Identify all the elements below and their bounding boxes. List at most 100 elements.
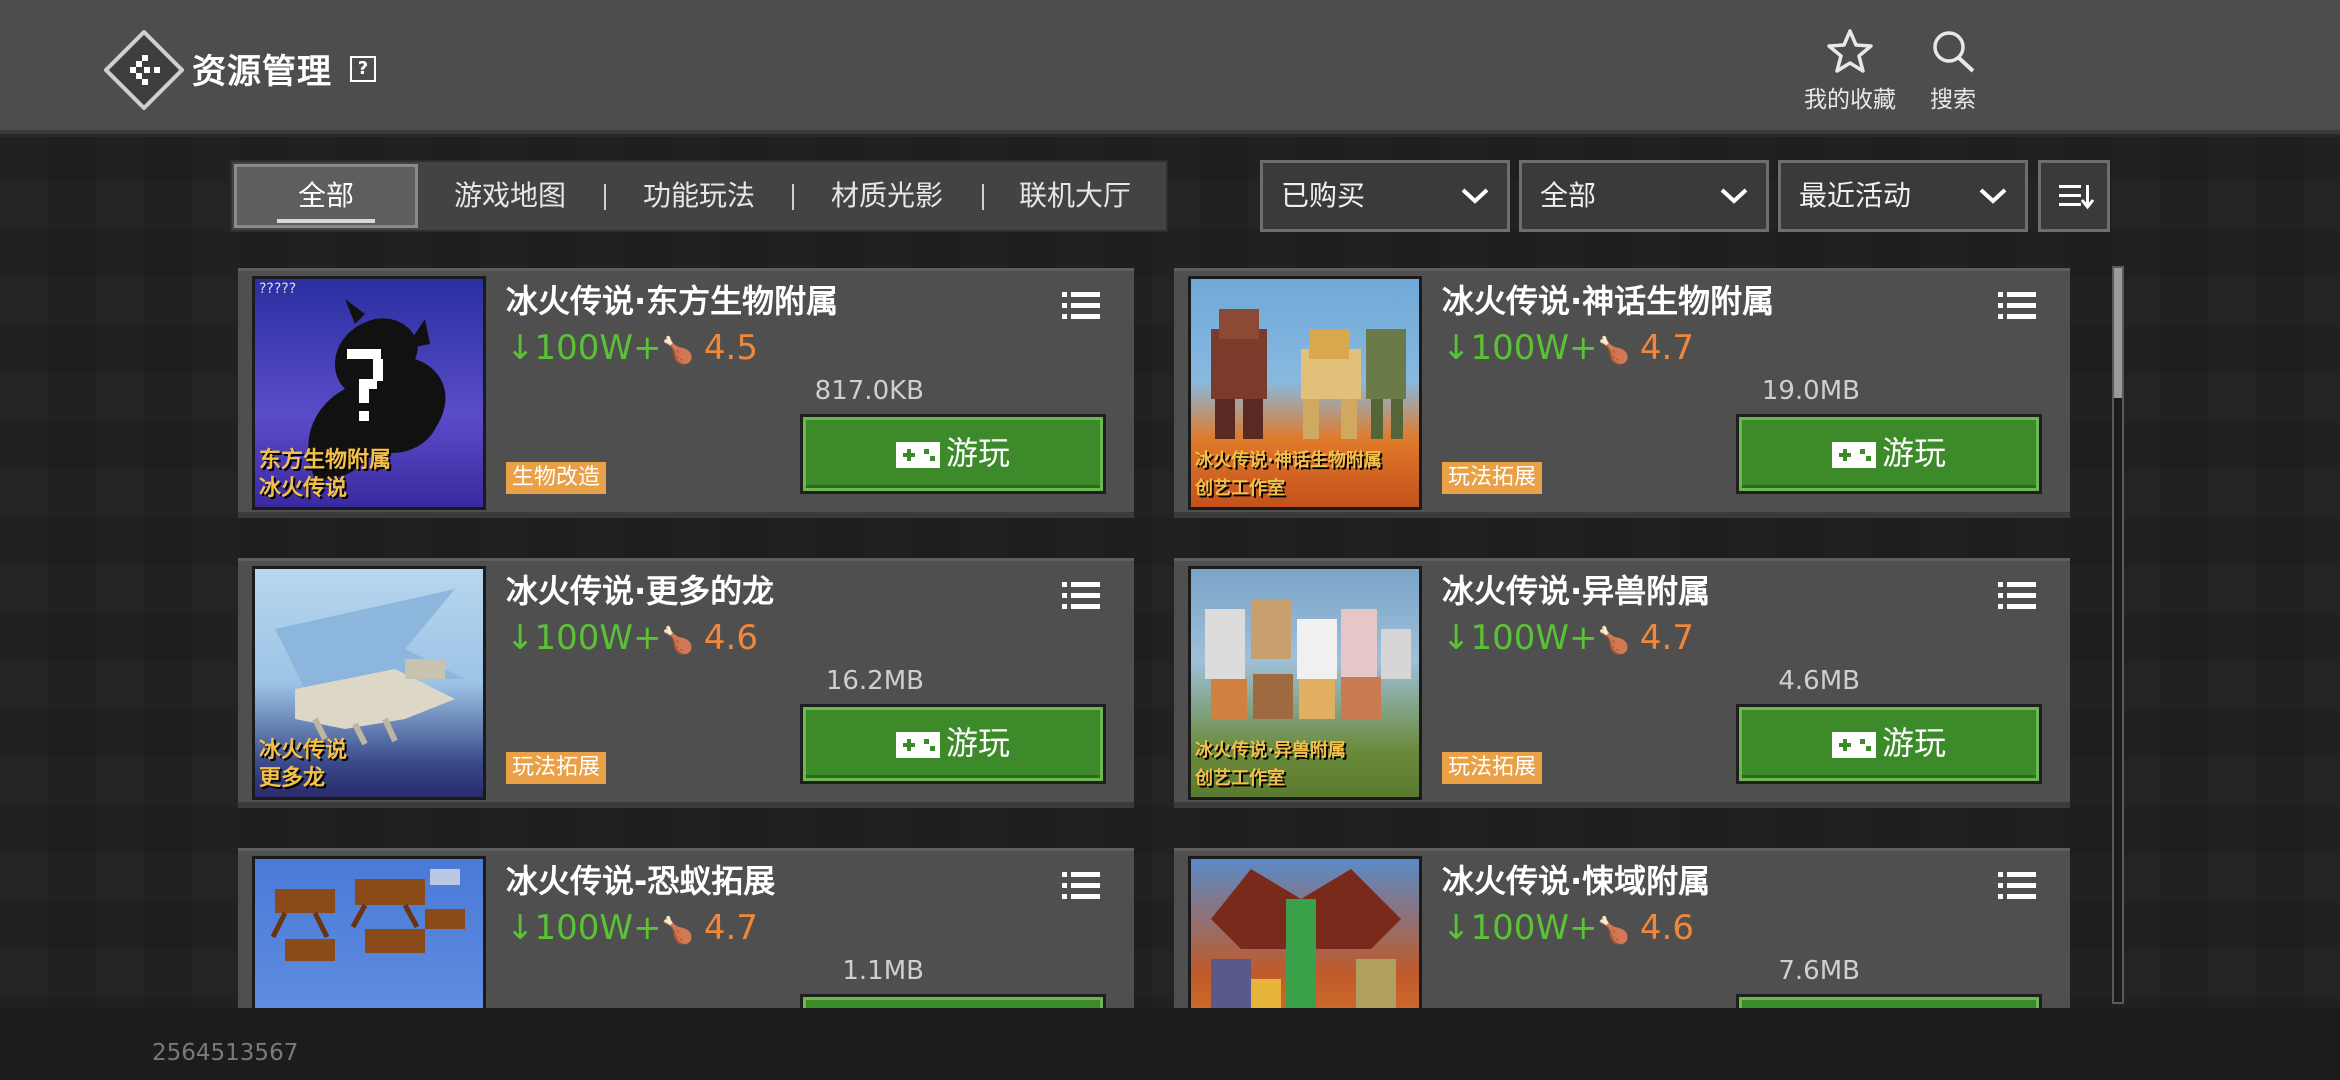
category-filter-value: 全部 (1540, 179, 1597, 212)
gamepad-icon (1831, 442, 1876, 468)
thumbnail-caption: 冰火传说·神话生物附属 创艺工作室 (1195, 450, 1382, 499)
tab-divider (792, 184, 794, 210)
page-title: 资源管理 (192, 52, 332, 92)
category-tabs: 全部 游戏地图 功能玩法 材质光影 联机大厅 (230, 160, 1168, 232)
resource-card[interactable]: ????? 东方生物附属 冰火传说 冰火传说·东方生物附属 ↓100W+🍗 4.5… (238, 268, 1134, 518)
sort-filter-value: 最近活动 (1799, 179, 1912, 212)
rating-value: 4.6 (1639, 908, 1694, 948)
user-id: 2564513567 (152, 1040, 299, 1066)
favorites-button[interactable]: 我的收藏 (1798, 28, 1902, 114)
tab-textures[interactable]: 材质光影 (796, 162, 978, 230)
chevron-down-icon (1979, 188, 2007, 204)
rating-value: 4.7 (1639, 328, 1694, 368)
search-icon (1933, 31, 1975, 73)
resource-stats: ↓100W+🍗 4.7 (1442, 618, 1694, 658)
tab-lobby[interactable]: 联机大厅 (984, 162, 1166, 230)
play-button[interactable]: 游玩 (1736, 414, 2042, 494)
purchase-filter-dropdown[interactable]: 已购买 (1260, 160, 1510, 232)
category-filter-dropdown[interactable]: 全部 (1519, 160, 1769, 232)
resource-stats: ↓100W+🍗 4.7 (506, 908, 758, 948)
play-button[interactable]: 游玩 (800, 414, 1106, 494)
play-button[interactable]: 游玩 (800, 994, 1106, 1008)
gamepad-icon (895, 732, 940, 758)
rating-value: 4.5 (703, 328, 758, 368)
resource-card[interactable]: 冰火传说 更多龙 冰火传说·更多的龙 ↓100W+🍗 4.6 16.2MB 玩法拓… (238, 558, 1134, 808)
download-icon: ↓ (506, 328, 535, 368)
star-icon (1827, 29, 1873, 73)
download-count: 100W+ (1470, 908, 1598, 948)
resource-card[interactable]: 冰火传说·悚域附属 ↓100W+🍗 4.6 7.6MB 游玩 (1174, 848, 2070, 1008)
file-size: 19.0MB (1761, 376, 1860, 406)
menu-icon[interactable] (1998, 580, 2036, 610)
file-size: 1.1MB (842, 956, 924, 986)
search-button[interactable]: 搜索 (1918, 28, 1988, 114)
download-icon: ↓ (506, 618, 535, 658)
tab-all[interactable]: 全部 (234, 164, 418, 228)
resource-card[interactable]: 冰火传说-恐蚁拓展 ↓100W+🍗 4.7 1.1MB 游玩 (238, 848, 1134, 1008)
menu-icon[interactable] (1998, 870, 2036, 900)
resource-stats: ↓100W+🍗 4.6 (1442, 908, 1694, 948)
rating-icon: 🍗 (1597, 336, 1630, 366)
download-count: 100W+ (534, 908, 662, 948)
sort-icon (2059, 185, 2095, 210)
resource-thumbnail: ????? 东方生物附属 冰火传说 (252, 276, 486, 510)
back-button[interactable] (103, 29, 185, 111)
resource-title: 冰火传说·更多的龙 (506, 572, 775, 610)
list-scrollbar[interactable] (2112, 266, 2124, 1004)
menu-icon[interactable] (1998, 290, 2036, 320)
rating-icon: 🍗 (661, 626, 694, 656)
rating-icon: 🍗 (1597, 626, 1630, 656)
file-size: 817.0KB (814, 376, 924, 406)
footer-bar (0, 1008, 2340, 1080)
purchase-filter-value: 已购买 (1281, 179, 1366, 212)
resource-stats: ↓100W+🍗 4.7 (1442, 328, 1694, 368)
tab-divider (604, 184, 606, 210)
chevron-down-icon (1461, 188, 1489, 204)
resource-thumbnail: 冰火传说·神话生物附属 创艺工作室 (1188, 276, 1422, 510)
tab-game-maps[interactable]: 游戏地图 (422, 162, 598, 230)
menu-icon[interactable] (1062, 290, 1100, 320)
download-icon: ↓ (1442, 618, 1471, 658)
download-count: 100W+ (534, 328, 662, 368)
thumbnail-badge: ????? (259, 281, 297, 297)
resource-card[interactable]: 冰火传说·神话生物附属 创艺工作室 冰火传说·神话生物附属 ↓100W+🍗 4.7… (1174, 268, 2070, 518)
download-count: 100W+ (534, 618, 662, 658)
resource-stats: ↓100W+🍗 4.6 (506, 618, 758, 658)
resource-stats: ↓100W+🍗 4.5 (506, 328, 758, 368)
search-label: 搜索 (1930, 87, 1976, 113)
sort-filter-dropdown[interactable]: 最近活动 (1778, 160, 2028, 232)
thumbnail-caption: 冰火传说 更多龙 (259, 738, 348, 791)
play-button[interactable]: 游玩 (1736, 704, 2042, 784)
scrollbar-thumb[interactable] (2114, 268, 2122, 398)
help-icon[interactable]: ? (350, 56, 376, 82)
rating-icon: 🍗 (661, 336, 694, 366)
top-bar: 资源管理 ? 我的收藏 搜索 (0, 0, 2340, 134)
sort-order-button[interactable] (2038, 160, 2110, 232)
thumbnail-caption: 东方生物附属 冰火传说 (259, 448, 392, 501)
play-button[interactable]: 游玩 (800, 704, 1106, 784)
rating-value: 4.6 (703, 618, 758, 658)
resource-thumbnail (252, 856, 486, 1008)
gamepad-icon (895, 442, 940, 468)
file-size: 7.6MB (1778, 956, 1860, 986)
download-icon: ↓ (1442, 908, 1471, 948)
download-count: 100W+ (1470, 328, 1598, 368)
resource-card[interactable]: 冰火传说·异兽附属 创艺工作室 冰火传说·异兽附属 ↓100W+🍗 4.7 4.6… (1174, 558, 2070, 808)
play-button[interactable]: 游玩 (1736, 994, 2042, 1008)
chevron-down-icon (1720, 188, 1748, 204)
gamepad-icon (1831, 732, 1876, 758)
download-icon: ↓ (506, 908, 535, 948)
menu-icon[interactable] (1062, 580, 1100, 610)
menu-icon[interactable] (1062, 870, 1100, 900)
tab-gameplay[interactable]: 功能玩法 (608, 162, 790, 230)
resource-thumbnail (1188, 856, 1422, 1008)
category-tag: 玩法拓展 (1442, 462, 1543, 494)
resource-thumbnail: 冰火传说 更多龙 (252, 566, 486, 800)
download-count: 100W+ (1470, 618, 1598, 658)
resource-title: 冰火传说·悚域附属 (1442, 862, 1711, 900)
resource-title: 冰火传说-恐蚁拓展 (506, 862, 776, 900)
resource-title: 冰火传说·东方生物附属 (506, 282, 839, 320)
resource-list[interactable]: ????? 东方生物附属 冰火传说 冰火传说·东方生物附属 ↓100W+🍗 4.5… (0, 264, 2340, 1008)
category-tag: 玩法拓展 (506, 752, 607, 784)
rating-value: 4.7 (703, 908, 758, 948)
